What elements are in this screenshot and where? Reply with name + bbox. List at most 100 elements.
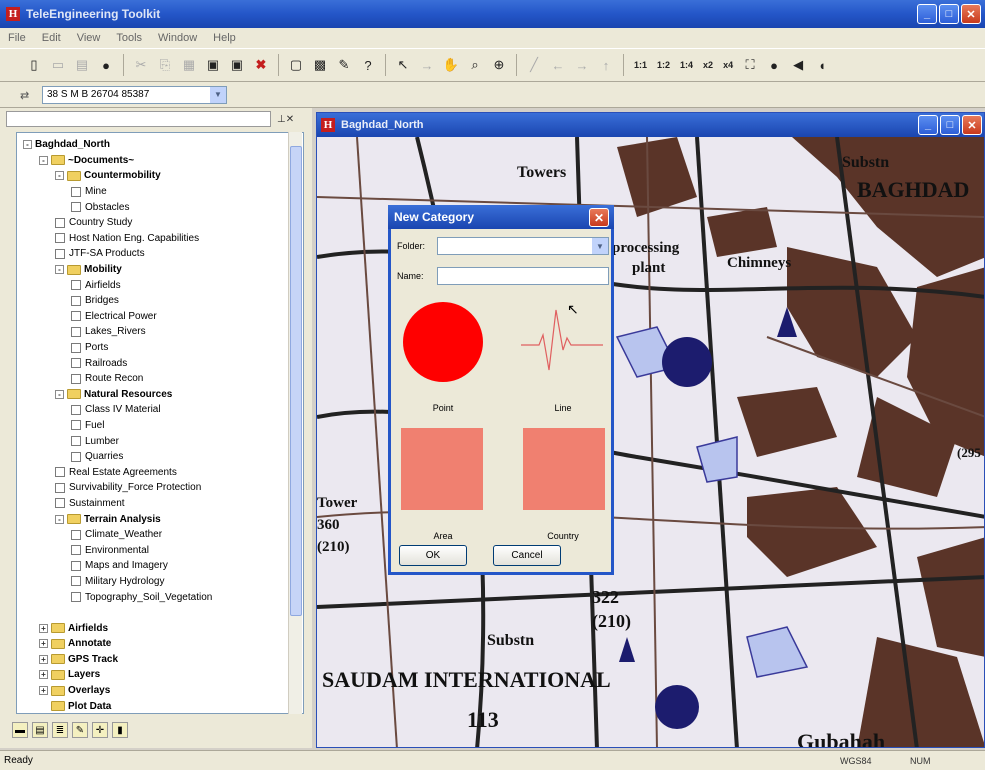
checkbox[interactable]: [71, 202, 81, 213]
menu-file[interactable]: File: [8, 32, 26, 44]
tree-item[interactable]: + GPS Track: [17, 652, 303, 668]
name-input[interactable]: [437, 267, 609, 285]
expand-icon[interactable]: +: [39, 686, 48, 696]
tree-item[interactable]: Airfields: [17, 277, 303, 293]
tree-item[interactable]: - Natural Resources: [17, 387, 303, 403]
tree-item[interactable]: + Overlays: [17, 683, 303, 699]
checkbox[interactable]: [71, 311, 81, 322]
collapse-icon[interactable]: -: [55, 514, 64, 524]
checkbox[interactable]: [71, 545, 81, 556]
checkbox[interactable]: [71, 592, 81, 603]
checkbox[interactable]: [71, 280, 81, 291]
map-minimize-button[interactable]: _: [918, 115, 938, 135]
nav-forward-icon[interactable]: →: [572, 55, 592, 75]
zoom-1-4-button[interactable]: 1:4: [677, 60, 696, 70]
cut-icon[interactable]: ✂: [131, 55, 151, 75]
tree-item[interactable]: Host Nation Eng. Capabilities: [17, 231, 303, 247]
menu-edit[interactable]: Edit: [42, 32, 61, 44]
delete-icon[interactable]: ✖: [251, 55, 271, 75]
tree-item[interactable]: Obstacles: [17, 199, 303, 215]
checkbox[interactable]: [55, 217, 65, 228]
globe-icon[interactable]: ●: [96, 55, 116, 75]
checkbox[interactable]: [71, 529, 81, 540]
tree-item[interactable]: - Terrain Analysis: [17, 511, 303, 527]
folder-select[interactable]: ▼: [437, 237, 609, 255]
tree-item[interactable]: Sustainment: [17, 496, 303, 512]
menu-window[interactable]: Window: [158, 32, 197, 44]
fit-icon[interactable]: ⛶: [740, 55, 760, 75]
minimize-button[interactable]: _: [917, 4, 937, 24]
tree-item[interactable]: + Layers: [17, 667, 303, 683]
tree-item[interactable]: Bridges: [17, 293, 303, 309]
tree-item[interactable]: Mine: [17, 184, 303, 200]
zoom-x2-button[interactable]: x2: [700, 60, 716, 70]
tree-scrollbar[interactable]: [288, 132, 302, 714]
zoom-fit-icon[interactable]: ⊕: [489, 55, 509, 75]
zoom-1-2-button[interactable]: 1:2: [654, 60, 673, 70]
pointer-icon[interactable]: ↖: [393, 55, 413, 75]
tree-item[interactable]: Maps and Imagery: [17, 558, 303, 574]
point-shape[interactable]: [403, 302, 483, 382]
measure-icon[interactable]: ╱: [524, 55, 544, 75]
expand-icon[interactable]: +: [39, 654, 48, 664]
zoom-x4-button[interactable]: x4: [720, 60, 736, 70]
collapse-icon[interactable]: -: [55, 171, 64, 181]
panel-search-input[interactable]: [6, 111, 271, 127]
tree-item[interactable]: Fuel: [17, 418, 303, 434]
paste-icon[interactable]: ▦: [179, 55, 199, 75]
tree-item[interactable]: Environmental: [17, 542, 303, 558]
tree-item[interactable]: Topography_Soil_Vegetation: [17, 589, 303, 605]
new-icon[interactable]: ▯: [24, 55, 44, 75]
tree-item[interactable]: Lumber: [17, 433, 303, 449]
checkbox[interactable]: [71, 326, 81, 337]
maximize-button[interactable]: □: [939, 4, 959, 24]
collapse-icon[interactable]: -: [55, 389, 64, 399]
checkbox[interactable]: [71, 560, 81, 571]
checkbox[interactable]: [71, 295, 81, 306]
tree-item[interactable]: Military Hydrology: [17, 574, 303, 590]
country-shape[interactable]: [523, 428, 605, 510]
open-icon[interactable]: ▭: [48, 55, 68, 75]
nav-back-icon[interactable]: ←: [548, 55, 568, 75]
arrow-icon[interactable]: →: [417, 55, 437, 75]
tree-item[interactable]: Quarries: [17, 449, 303, 465]
chevron-down-icon[interactable]: ▼: [210, 86, 226, 103]
document-tab-icon[interactable]: ▤: [32, 722, 48, 738]
collapse-icon[interactable]: -: [39, 155, 48, 165]
collapse-icon[interactable]: -: [55, 265, 64, 275]
tree-item[interactable]: Class IV Material: [17, 402, 303, 418]
expand-icon[interactable]: +: [39, 639, 48, 649]
pencil-icon[interactable]: ✎: [334, 55, 354, 75]
tree-item[interactable]: - ~Documents~: [17, 153, 303, 169]
prev-icon[interactable]: ◀: [788, 55, 808, 75]
checkbox[interactable]: [71, 576, 81, 587]
tree-item[interactable]: Survivability_Force Protection: [17, 480, 303, 496]
checkbox[interactable]: [71, 451, 81, 462]
dot-icon[interactable]: ●: [764, 55, 784, 75]
menu-view[interactable]: View: [77, 32, 101, 44]
checkbox[interactable]: [55, 498, 65, 509]
list-tab-icon[interactable]: ≣: [52, 722, 68, 738]
category-tree[interactable]: - Baghdad_North - ~Documents~ - Countermobili…: [16, 132, 304, 714]
expand-icon[interactable]: +: [39, 623, 48, 633]
chevron-down-icon[interactable]: ▼: [592, 238, 608, 254]
checkbox[interactable]: [71, 342, 81, 353]
checkbox[interactable]: [71, 420, 81, 431]
checkbox[interactable]: [71, 186, 81, 197]
cancel-button[interactable]: Cancel: [493, 545, 561, 566]
tree-item[interactable]: - Countermobility: [17, 168, 303, 184]
area-shape[interactable]: [401, 428, 483, 510]
close-button[interactable]: ✕: [961, 4, 981, 24]
line-shape[interactable]: [521, 309, 603, 371]
checkbox[interactable]: [55, 248, 65, 259]
map-close-button[interactable]: ✕: [962, 115, 982, 135]
map-view-icon[interactable]: ▢: [286, 55, 306, 75]
tree-item[interactable]: Route Recon: [17, 371, 303, 387]
edit-tab-icon[interactable]: ✎: [72, 722, 88, 738]
tree-item[interactable]: Country Study: [17, 215, 303, 231]
checkbox[interactable]: [55, 467, 65, 478]
panel-pin-icon[interactable]: ⊥✕: [277, 114, 294, 125]
half-dot-icon[interactable]: ◖: [812, 55, 832, 75]
tree-item[interactable]: Ports: [17, 340, 303, 356]
print-icon[interactable]: ▣: [203, 55, 223, 75]
